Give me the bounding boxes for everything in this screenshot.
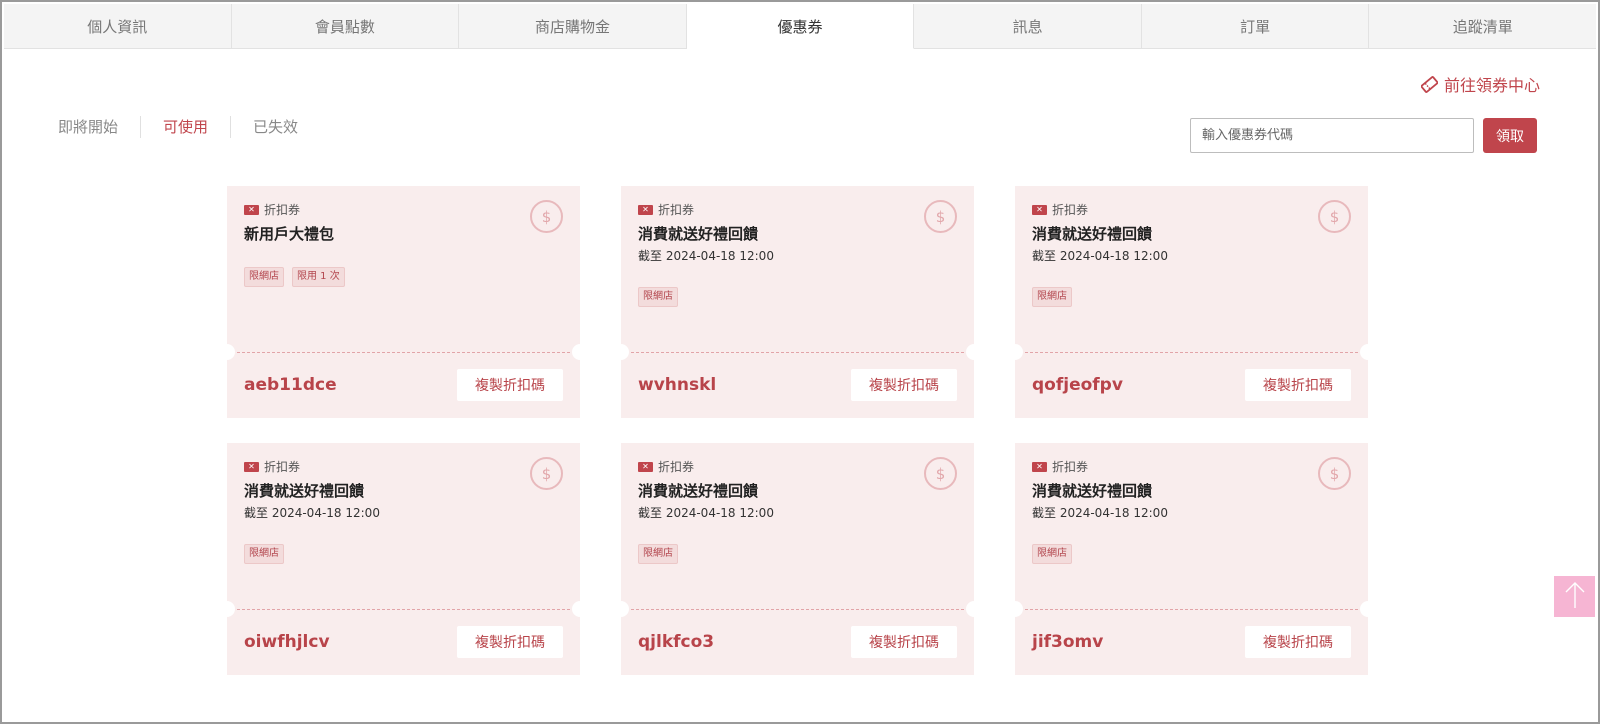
coupon-title: 消費就送好禮回饋 bbox=[1032, 482, 1153, 500]
tab-profile[interactable]: 個人資訊 bbox=[4, 4, 232, 49]
coupon-tag: 限網店 bbox=[638, 544, 678, 564]
ticket-icon: ✕ bbox=[244, 461, 259, 472]
filter-upcoming[interactable]: 即將開始 bbox=[58, 116, 140, 138]
tab-wishlist[interactable]: 追蹤清單 bbox=[1369, 4, 1597, 49]
dollar-circle-icon: $ bbox=[530, 200, 563, 233]
coupon-card: ✕ 折扣券 新用戶大禮包 限網店 限用 1 次 $ aeb11dce 複製折扣碼 bbox=[227, 186, 580, 418]
coupon-type: 折扣券 bbox=[658, 203, 695, 217]
coupon-expiry: 截至 2024-04-18 12:00 bbox=[1032, 249, 1168, 263]
filter-available[interactable]: 可使用 bbox=[140, 116, 230, 138]
redeem-button[interactable]: 領取 bbox=[1483, 118, 1537, 153]
coupon-code: jif3omv bbox=[1032, 632, 1104, 652]
ticket-icon bbox=[1420, 75, 1438, 93]
coupon-center-label: 前往領券中心 bbox=[1443, 76, 1540, 95]
coupon-tag: 限網店 bbox=[638, 287, 678, 307]
coupon-tag: 限網店 bbox=[244, 544, 284, 564]
coupon-center-link[interactable]: 前往領券中心 bbox=[1420, 72, 1540, 96]
page-frame: 個人資訊 會員點數 商店購物金 優惠券 訊息 訂單 追蹤清單 前往領券中心 即將… bbox=[0, 0, 1600, 724]
coupon-expiry: 截至 2024-04-18 12:00 bbox=[1032, 506, 1168, 520]
coupon-card: ✕ 折扣券 消費就送好禮回饋 截至 2024-04-18 12:00 限網店 $… bbox=[227, 443, 580, 675]
back-to-top-button[interactable] bbox=[1554, 576, 1595, 617]
tab-coupons[interactable]: 優惠券 bbox=[686, 4, 915, 49]
coupon-card: ✕ 折扣券 消費就送好禮回饋 截至 2024-04-18 12:00 限網店 $… bbox=[1015, 443, 1368, 675]
coupon-expiry: 截至 2024-04-18 12:00 bbox=[638, 249, 774, 263]
tab-store-credit[interactable]: 商店購物金 bbox=[459, 4, 687, 49]
coupon-card: ✕ 折扣券 消費就送好禮回饋 截至 2024-04-18 12:00 限網店 $… bbox=[621, 443, 974, 675]
coupon-title: 消費就送好禮回饋 bbox=[1032, 225, 1153, 243]
copy-code-button[interactable]: 複製折扣碼 bbox=[457, 626, 563, 658]
dollar-circle-icon: $ bbox=[530, 457, 563, 490]
coupon-code-input[interactable] bbox=[1190, 118, 1474, 153]
coupon-title: 消費就送好禮回饋 bbox=[638, 225, 759, 243]
ticket-icon: ✕ bbox=[638, 204, 653, 215]
coupon-grid: ✕ 折扣券 新用戶大禮包 限網店 限用 1 次 $ aeb11dce 複製折扣碼 bbox=[227, 186, 1368, 675]
coupon-card: ✕ 折扣券 消費就送好禮回饋 截至 2024-04-18 12:00 限網店 $… bbox=[621, 186, 974, 418]
coupon-tag: 限網店 bbox=[1032, 544, 1072, 564]
status-filters: 即將開始 可使用 已失效 bbox=[58, 116, 320, 138]
copy-code-button[interactable]: 複製折扣碼 bbox=[851, 626, 957, 658]
account-tabs: 個人資訊 會員點數 商店購物金 優惠券 訊息 訂單 追蹤清單 bbox=[4, 4, 1597, 49]
tab-member-points[interactable]: 會員點數 bbox=[231, 4, 460, 49]
tab-orders[interactable]: 訂單 bbox=[1141, 4, 1370, 49]
copy-code-button[interactable]: 複製折扣碼 bbox=[457, 369, 563, 401]
coupon-code: qofjeofpv bbox=[1032, 375, 1123, 395]
copy-code-button[interactable]: 複製折扣碼 bbox=[1245, 626, 1351, 658]
coupon-tag: 限網店 bbox=[1032, 287, 1072, 307]
coupon-tag: 限網店 bbox=[244, 267, 284, 287]
tab-messages[interactable]: 訊息 bbox=[914, 4, 1142, 49]
ticket-icon: ✕ bbox=[638, 461, 653, 472]
coupon-title: 新用戶大禮包 bbox=[244, 225, 335, 243]
filter-expired[interactable]: 已失效 bbox=[230, 116, 320, 138]
coupon-type: 折扣券 bbox=[264, 203, 301, 217]
copy-code-button[interactable]: 複製折扣碼 bbox=[1245, 369, 1351, 401]
copy-code-button[interactable]: 複製折扣碼 bbox=[851, 369, 957, 401]
coupon-type: 折扣券 bbox=[1052, 460, 1089, 474]
dollar-circle-icon: $ bbox=[924, 200, 957, 233]
coupon-title: 消費就送好禮回饋 bbox=[244, 482, 365, 500]
coupon-title: 消費就送好禮回饋 bbox=[638, 482, 759, 500]
dollar-circle-icon: $ bbox=[1318, 457, 1351, 490]
coupon-code: qjlkfco3 bbox=[638, 632, 715, 652]
ticket-icon: ✕ bbox=[244, 204, 259, 215]
coupon-tag: 限用 1 次 bbox=[292, 267, 345, 287]
dollar-circle-icon: $ bbox=[1318, 200, 1351, 233]
ticket-icon: ✕ bbox=[1032, 461, 1047, 472]
coupon-type: 折扣券 bbox=[264, 460, 301, 474]
coupon-expiry: 截至 2024-04-18 12:00 bbox=[244, 506, 380, 520]
coupon-type: 折扣券 bbox=[658, 460, 695, 474]
redeem-form: 領取 bbox=[1190, 118, 1537, 153]
coupon-code: oiwfhjlcv bbox=[244, 632, 330, 652]
coupon-type: 折扣券 bbox=[1052, 203, 1089, 217]
arrow-up-icon bbox=[1563, 580, 1587, 614]
coupon-code: aeb11dce bbox=[244, 375, 337, 395]
coupon-expiry: 截至 2024-04-18 12:00 bbox=[638, 506, 774, 520]
ticket-icon: ✕ bbox=[1032, 204, 1047, 215]
coupon-code: wvhnskl bbox=[638, 375, 717, 395]
coupon-card: ✕ 折扣券 消費就送好禮回饋 截至 2024-04-18 12:00 限網店 $… bbox=[1015, 186, 1368, 418]
dollar-circle-icon: $ bbox=[924, 457, 957, 490]
